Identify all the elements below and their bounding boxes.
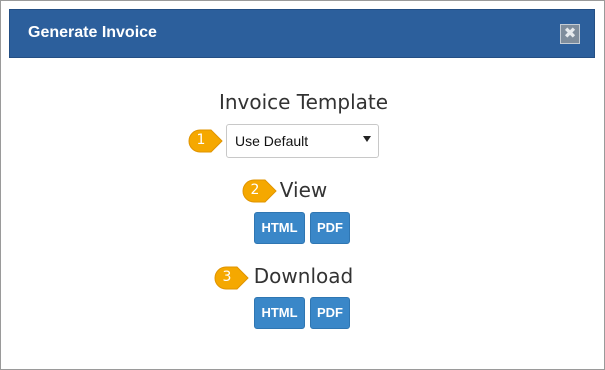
view-pdf-button[interactable]: PDF: [310, 212, 350, 244]
view-heading: View: [1, 178, 605, 202]
view-heading-text: View: [279, 178, 328, 202]
invoice-template-heading: Invoice Template: [218, 90, 389, 114]
download-pdf-button[interactable]: PDF: [310, 297, 350, 329]
chevron-down-icon: [363, 136, 371, 142]
select-value: Use Default: [235, 133, 309, 149]
step-marker-1: 1: [187, 128, 225, 154]
view-html-button[interactable]: HTML: [254, 212, 305, 244]
marker-number: 1: [196, 132, 206, 148]
dialog-header: Generate Invoice ✖: [9, 9, 595, 58]
dialog: Generate Invoice ✖ Invoice Template 1 Us…: [0, 0, 605, 370]
invoice-template-select[interactable]: Use Default: [226, 124, 379, 158]
dialog-title: Generate Invoice: [28, 24, 157, 41]
close-icon[interactable]: ✖: [560, 24, 580, 44]
download-html-button[interactable]: HTML: [254, 297, 305, 329]
download-heading: Download: [253, 264, 354, 288]
